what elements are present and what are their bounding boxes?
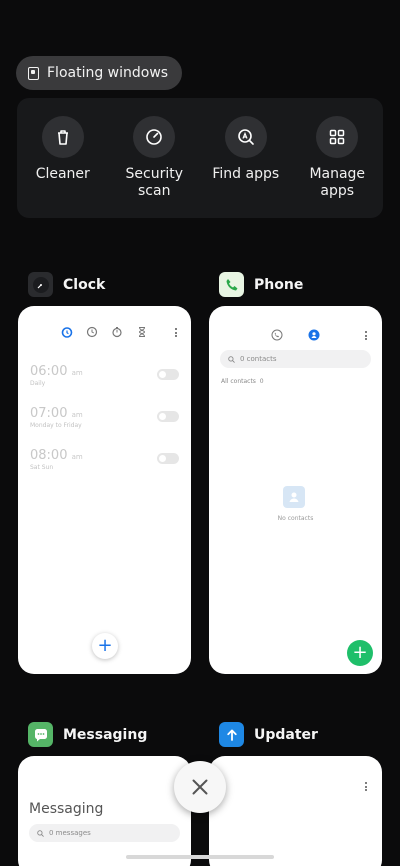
alarm-ampm: am [71, 411, 83, 419]
empty-contacts-icon [283, 486, 305, 508]
security-scan-label: Security scan [125, 166, 184, 199]
clock-tabs [18, 326, 191, 342]
floating-window-icon [28, 66, 39, 80]
close-icon [192, 779, 208, 795]
contacts-search-placeholder: 0 contacts [240, 355, 277, 363]
floating-windows-button[interactable]: Floating windows [16, 56, 183, 90]
find-apps-button[interactable]: Find apps [203, 116, 289, 218]
clock-app-name: Clock [63, 276, 106, 293]
phone-more-icon[interactable] [364, 331, 368, 340]
add-alarm-button[interactable]: + [92, 633, 118, 659]
messaging-app-name: Messaging [63, 726, 148, 743]
alarm-repeat: Monday to Friday [30, 422, 82, 429]
manage-apps-label: Manage apps [309, 166, 366, 199]
alarm-ampm: am [71, 453, 83, 461]
call-log-tab-icon[interactable] [271, 329, 283, 341]
manage-apps-button[interactable]: Manage apps [294, 116, 380, 218]
security-scan-icon [133, 116, 176, 158]
phone-app-name: Phone [254, 276, 304, 293]
clock-app-header: Clock [28, 272, 105, 297]
alarm-row[interactable]: 07:00 am Monday to Friday [30, 406, 179, 436]
floating-windows-label: Floating windows [47, 65, 169, 81]
clock-app-card[interactable]: 06:00 am Daily 07:00 am Monday to Friday… [18, 306, 191, 674]
home-indicator[interactable] [126, 855, 274, 859]
world-clock-tab-icon[interactable] [86, 326, 98, 338]
contacts-filter-count: 0 [259, 378, 264, 385]
find-apps-label: Find apps [212, 166, 280, 182]
clear-all-button[interactable] [174, 761, 226, 813]
empty-contacts-text: No contacts [277, 515, 314, 522]
alarm-row[interactable]: 08:00 am Sat Sun [30, 448, 179, 478]
messages-search-input[interactable]: 0 messages [29, 824, 180, 842]
updater-app-name: Updater [254, 726, 318, 743]
cleaner-label: Cleaner [35, 166, 90, 182]
clock-more-icon[interactable] [174, 328, 178, 337]
trash-icon [41, 116, 84, 158]
cleaner-button[interactable]: Cleaner [20, 116, 106, 218]
messaging-app-icon [28, 722, 53, 747]
alarm-repeat: Daily [30, 380, 46, 387]
alarm-toggle[interactable] [157, 411, 179, 422]
contacts-tab-icon[interactable] [308, 329, 320, 341]
alarm-time: 06:00 [30, 364, 68, 379]
contacts-filter[interactable]: All contacts 0 [221, 378, 264, 385]
phone-app-icon [219, 272, 244, 297]
security-scan-button[interactable]: Security scan [111, 116, 197, 218]
updater-app-header: Updater [219, 722, 318, 747]
alarm-time: 07:00 [30, 406, 68, 421]
messages-search-placeholder: 0 messages [49, 829, 91, 837]
timer-tab-icon[interactable] [136, 326, 148, 338]
messaging-app-header: Messaging [28, 722, 147, 747]
contacts-search-input[interactable]: 0 contacts [220, 350, 371, 368]
alarm-repeat: Sat Sun [30, 464, 54, 471]
alarm-row[interactable]: 06:00 am Daily [30, 364, 179, 394]
alarm-ampm: am [71, 369, 83, 377]
updater-app-icon [219, 722, 244, 747]
alarm-tab-icon[interactable] [61, 326, 73, 338]
alarm-toggle[interactable] [157, 453, 179, 464]
clock-app-icon [28, 272, 53, 297]
search-icon [37, 829, 44, 837]
phone-app-header: Phone [219, 272, 303, 297]
messaging-app-card[interactable]: Messaging 0 messages [18, 756, 191, 866]
search-icon [228, 355, 235, 363]
phone-app-card[interactable]: 0 contacts All contacts 0 No contacts + [209, 306, 382, 674]
updater-app-card[interactable] [209, 756, 382, 866]
updater-more-icon[interactable] [364, 782, 368, 791]
grid-icon [316, 116, 359, 158]
messaging-title: Messaging [29, 801, 104, 817]
find-apps-icon [224, 116, 267, 158]
quick-tools-panel: Cleaner Security scan Find apps Manage a… [17, 98, 383, 218]
add-contact-button[interactable]: + [347, 640, 373, 666]
contacts-filter-label: All contacts [221, 378, 256, 385]
stopwatch-tab-icon[interactable] [111, 326, 123, 338]
alarm-time: 08:00 [30, 448, 68, 463]
alarm-toggle[interactable] [157, 369, 179, 380]
